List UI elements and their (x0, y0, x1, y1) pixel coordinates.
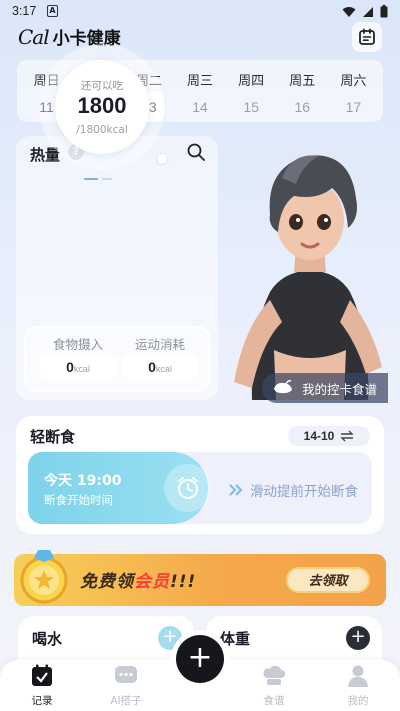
tab-record-label: 记录 (31, 695, 53, 707)
chef-hat-icon (263, 665, 286, 685)
status-time: 3:17 (12, 4, 37, 18)
add-weight-button[interactable]: + (346, 626, 370, 650)
tab-ai-buddy-label: AI搭子 (110, 695, 142, 707)
fasting-plan-label: 14-10 (303, 429, 335, 443)
signal-icon (363, 6, 373, 17)
swap-icon (340, 430, 355, 442)
day-date: 15 (243, 99, 259, 115)
search-icon[interactable] (186, 142, 206, 166)
alarm-clock-icon (164, 464, 212, 512)
tab-recipes[interactable]: 食谱 (244, 664, 304, 708)
calendar-button[interactable] (352, 22, 382, 52)
day-date: 17 (345, 99, 362, 115)
medal-icon (20, 550, 68, 604)
day-date: 14 (192, 99, 208, 115)
day-wed[interactable]: 周三 14 (174, 60, 225, 122)
fasting-card: 轻断食 14-10 今天 19:00 断食开始时间 滑动提前开始断食 (16, 416, 384, 534)
water-title: 喝水 (32, 630, 63, 648)
wifi-icon (342, 6, 356, 17)
day-date: 16 (294, 99, 311, 115)
slide-to-start-hint: 滑动提前开始断食 (228, 480, 358, 500)
day-name: 周三 (186, 74, 213, 89)
exercise-burn-value: 0 (148, 359, 156, 375)
ring-progress-knob (157, 154, 167, 164)
slide-hint-text: 滑动提前开始断食 (250, 484, 358, 500)
intake-summary: 食物摄入 0kcal 运动消耗 0kcal (24, 326, 210, 392)
fasting-plan-switch[interactable]: 14-10 (288, 426, 370, 446)
my-diet-plan-label: 我的控卡食谱 (302, 381, 378, 397)
whale-icon (274, 380, 292, 394)
avatar-illustration (234, 155, 382, 400)
tab-profile[interactable]: 我的 (328, 664, 388, 708)
page-indicator (84, 178, 112, 180)
food-intake-value: 0 (66, 359, 74, 375)
banner-slogan: 免费领会员!!! (80, 567, 196, 592)
logo-mark: Cal (18, 24, 50, 49)
exercise-burn-label: 运动消耗 (134, 337, 185, 352)
weight-title: 体重 (220, 630, 251, 648)
day-sat[interactable]: 周六 17 (328, 60, 379, 122)
record-icon (32, 664, 52, 686)
calendar-icon (359, 28, 375, 45)
day-name: 周四 (238, 74, 265, 89)
day-fri[interactable]: 周五 16 (277, 60, 328, 122)
double-chevron-icon (229, 484, 243, 496)
banner-slogan-pre: 免费领 (80, 572, 134, 592)
day-name: 周五 (289, 74, 316, 89)
tab-recipes-label: 食谱 (263, 695, 285, 707)
banner-slogan-vip: 会员 (134, 572, 170, 592)
remaining-label: 还可以吃 (81, 80, 123, 92)
my-diet-plan-button[interactable]: 我的控卡食谱 (262, 373, 388, 403)
top-bar: Cal 小卡健康 (0, 22, 400, 58)
tab-ai-buddy[interactable]: AI搭子 (96, 664, 156, 708)
fasting-start-time: 今天 19:00 (44, 473, 122, 489)
chat-bubble-icon (115, 666, 137, 683)
exercise-burn[interactable]: 运动消耗 0kcal (122, 334, 198, 379)
day-thu[interactable]: 周四 15 (226, 60, 277, 122)
add-record-fab[interactable]: + (176, 635, 224, 683)
food-unit: kcal (73, 364, 90, 374)
day-name: 周六 (340, 74, 367, 89)
tab-profile-label: 我的 (347, 695, 369, 707)
fasting-start-label: 断食开始时间 (44, 493, 113, 507)
tab-record[interactable]: 记录 (12, 664, 72, 708)
claim-button[interactable]: 去领取 (286, 567, 370, 593)
notification-icon: A (47, 5, 58, 17)
exercise-unit: kcal (155, 364, 172, 374)
battery-icon (380, 5, 388, 18)
food-intake-label: 食物摄入 (52, 337, 103, 352)
status-bar: 3:17 A (0, 0, 400, 22)
banner-slogan-post: !!! (170, 572, 197, 592)
food-intake[interactable]: 食物摄入 0kcal (40, 334, 116, 379)
calorie-goal: /1800kcal (76, 124, 128, 136)
remaining-value: 1800 (77, 93, 127, 118)
user-icon (348, 665, 368, 687)
system-icons (342, 5, 388, 18)
fasting-title: 轻断食 (30, 428, 76, 446)
